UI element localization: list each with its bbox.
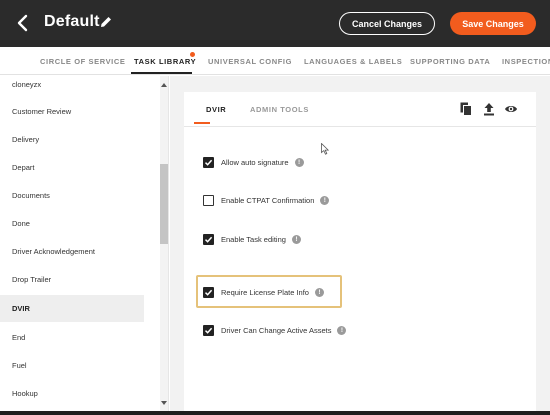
- save-changes-button[interactable]: Save Changes: [450, 12, 536, 35]
- info-icon[interactable]: !: [294, 157, 304, 167]
- list-item-selected[interactable]: DVIR: [0, 295, 144, 322]
- option-driver-can-change-active-assets[interactable]: Driver Can Change Active Assets !: [203, 321, 347, 339]
- option-enable-task-editing[interactable]: Enable Task editing !: [203, 230, 301, 248]
- upload-icon[interactable]: [483, 102, 495, 116]
- page-title: Default: [44, 13, 100, 30]
- checkmark-icon: [204, 327, 213, 334]
- active-subtab-underline: [194, 122, 210, 124]
- list-item[interactable]: Customer Review: [0, 98, 144, 125]
- tab-task-library[interactable]: TASK LIBRARY: [134, 57, 196, 66]
- option-label: Enable Task editing: [221, 234, 286, 244]
- scroll-up-icon[interactable]: [160, 80, 168, 90]
- copy-icon[interactable]: [460, 102, 472, 116]
- option-require-license-plate-info[interactable]: Require License Plate Info !: [203, 283, 324, 301]
- checkmark-icon: [204, 289, 213, 296]
- option-label: Enable CTPAT Confirmation: [221, 195, 315, 205]
- info-icon[interactable]: !: [314, 287, 324, 297]
- unsaved-indicator-dot: [190, 52, 195, 57]
- list-item[interactable]: Delivery: [0, 126, 144, 153]
- checkbox-checked[interactable]: [203, 156, 214, 168]
- tab-inspections[interactable]: INSPECTIONS: [502, 57, 550, 66]
- option-label: Driver Can Change Active Assets: [221, 325, 332, 335]
- tab-circle-of-service[interactable]: CIRCLE OF SERVICE: [40, 57, 126, 66]
- checkbox-checked[interactable]: [203, 324, 214, 336]
- checkbox-checked[interactable]: [203, 233, 214, 245]
- window-bottom-edge: [0, 411, 550, 415]
- subtab-admin-tools[interactable]: ADMIN TOOLS: [250, 105, 309, 114]
- mouse-cursor-icon: [321, 143, 329, 155]
- scroll-down-icon[interactable]: [160, 398, 168, 408]
- option-allow-auto-signature[interactable]: Allow auto signature !: [203, 153, 304, 171]
- list-item[interactable]: Hookup: [0, 380, 144, 407]
- checkbox-unchecked[interactable]: [203, 194, 214, 206]
- option-label: Require License Plate Info: [221, 287, 309, 297]
- info-icon[interactable]: !: [291, 234, 301, 244]
- active-tab-underline: [131, 72, 192, 74]
- info-icon[interactable]: !: [320, 195, 330, 205]
- list-item[interactable]: Documents: [0, 182, 144, 209]
- subtab-dvir[interactable]: DVIR: [206, 105, 226, 114]
- checkbox-checked[interactable]: [203, 286, 214, 298]
- sub-tab-bar: DVIR ADMIN TOOLS: [184, 92, 536, 127]
- list-item[interactable]: Fuel: [0, 352, 144, 379]
- info-icon[interactable]: !: [337, 325, 347, 335]
- scrollbar-thumb[interactable]: [160, 164, 168, 244]
- pencil-icon[interactable]: [99, 15, 113, 29]
- list-item[interactable]: Depart: [0, 154, 144, 181]
- list-item[interactable]: Drop Trailer: [0, 266, 144, 293]
- back-arrow-icon[interactable]: [15, 14, 31, 32]
- tab-universal-config[interactable]: UNIVERSAL CONFIG: [208, 57, 292, 66]
- top-bar: Default Cancel Changes Save Changes: [0, 0, 550, 47]
- option-enable-ctpat-confirmation[interactable]: Enable CTPAT Confirmation !: [203, 191, 330, 209]
- checkmark-icon: [204, 159, 213, 166]
- main-tab-bar: CIRCLE OF SERVICE TASK LIBRARY UNIVERSAL…: [0, 47, 550, 75]
- list-item[interactable]: Driver Acknowledgement: [0, 238, 144, 265]
- checkmark-icon: [204, 236, 213, 243]
- option-label: Allow auto signature: [221, 157, 289, 167]
- task-list-sidebar: cloneyzx Customer Review Delivery Depart…: [0, 76, 169, 411]
- cancel-changes-button[interactable]: Cancel Changes: [339, 12, 435, 35]
- eye-icon[interactable]: [504, 102, 518, 116]
- list-item[interactable]: Done: [0, 210, 144, 237]
- list-item[interactable]: cloneyzx: [0, 76, 144, 98]
- tab-supporting-data[interactable]: SUPPORTING DATA: [410, 57, 490, 66]
- tab-languages-labels[interactable]: LANGUAGES & LABELS: [304, 57, 402, 66]
- list-item[interactable]: End: [0, 324, 144, 351]
- task-settings-card: DVIR ADMIN TOOLS Allow auto signature ! …: [184, 92, 536, 411]
- task-detail-panel: DVIR ADMIN TOOLS Allow auto signature ! …: [170, 76, 550, 411]
